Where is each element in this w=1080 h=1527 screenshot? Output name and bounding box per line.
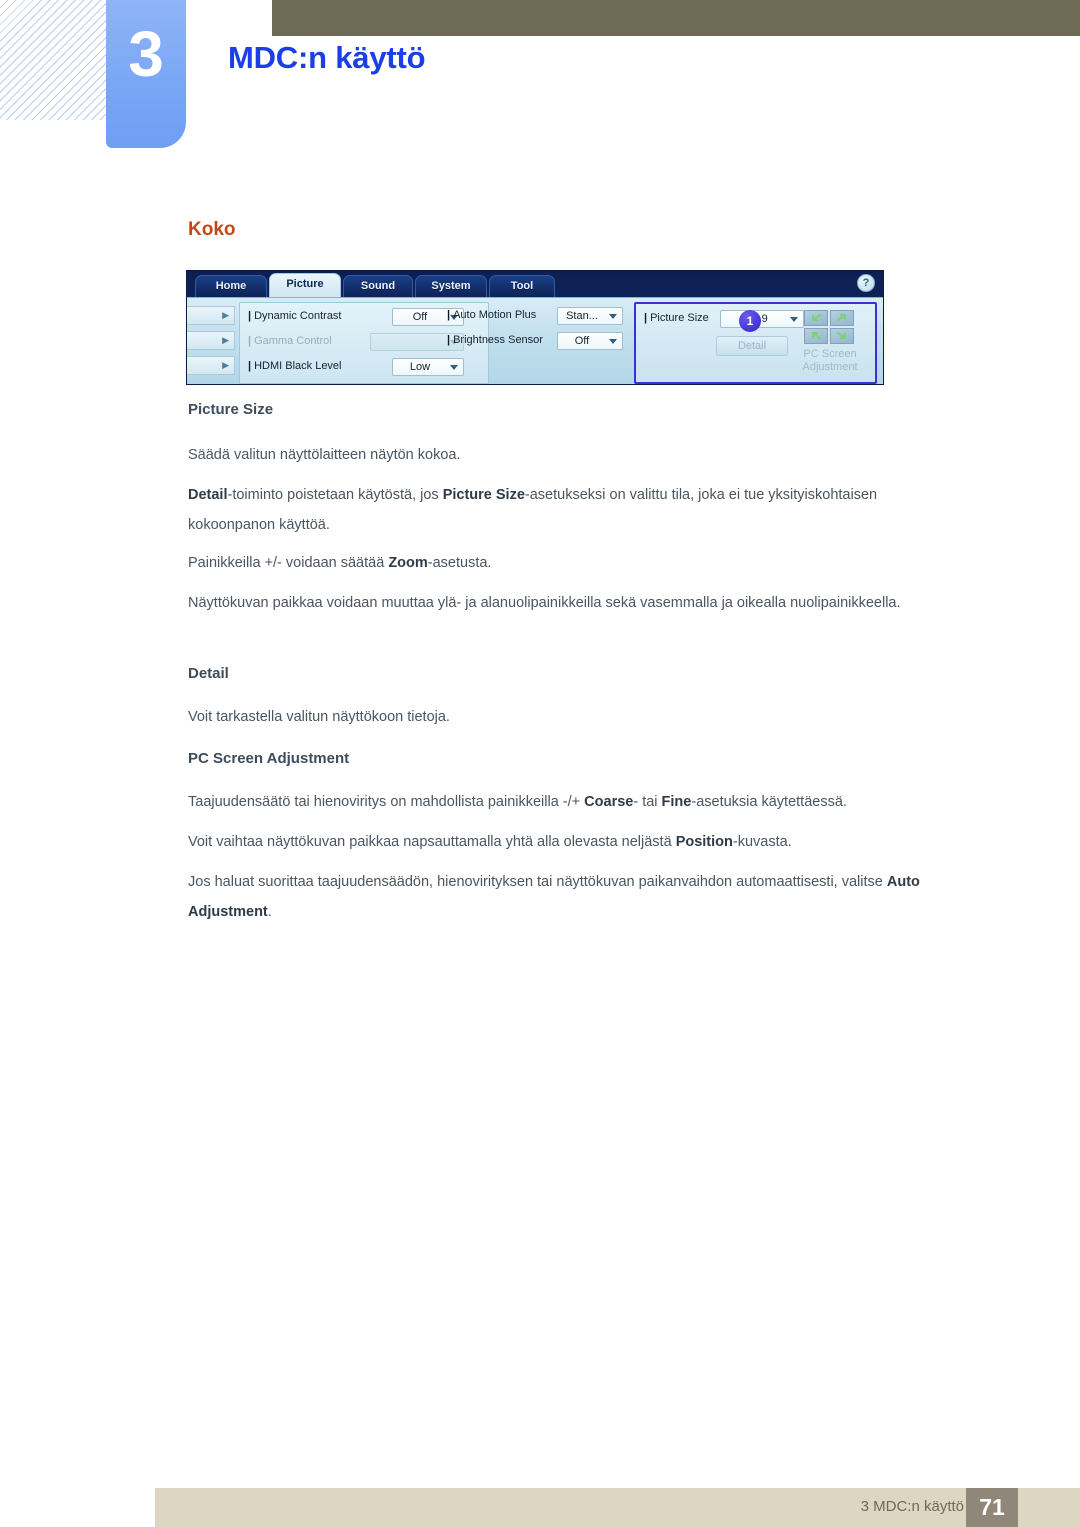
callout-badge-1: 1 bbox=[739, 310, 761, 332]
auto-motion-plus-label: | Auto Motion Plus bbox=[447, 309, 537, 321]
tab-system[interactable]: System bbox=[415, 275, 487, 297]
picture-size-dropdown[interactable]: 16 : 9 bbox=[720, 310, 804, 328]
gamma-control-label: | Gamma Control bbox=[248, 335, 332, 347]
emphasis-detail: Detail bbox=[188, 487, 228, 503]
paragraph-detail-desc: Voit tarkastella valitun näyttökoon tiet… bbox=[188, 709, 450, 725]
auto-motion-plus-value: Stan... bbox=[566, 310, 598, 322]
chevron-right-icon: ▶ bbox=[222, 335, 229, 345]
page-number-badge: 71 bbox=[966, 1488, 1018, 1527]
tab-tool[interactable]: Tool bbox=[489, 275, 555, 297]
dynamic-contrast-label: | Dynamic Contrast bbox=[248, 310, 342, 322]
paragraph-arrow-keys: Näyttökuvan paikkaa voidaan muuttaa ylä-… bbox=[188, 595, 901, 611]
position-bottom-left-icon[interactable] bbox=[804, 328, 828, 344]
mdc-app-screenshot: Home Picture Sound System Tool ? ▶ ▶ ▶ |… bbox=[186, 270, 884, 385]
bullet-icon: | bbox=[248, 310, 252, 322]
auto-motion-plus-dropdown[interactable]: Stan... bbox=[557, 307, 623, 325]
help-icon[interactable]: ? bbox=[857, 274, 875, 292]
bullet-icon: | bbox=[447, 309, 451, 321]
bullet-icon: | bbox=[644, 312, 648, 324]
detail-button[interactable]: Detail bbox=[716, 336, 788, 356]
chevron-down-icon bbox=[609, 314, 617, 319]
section-heading: Koko bbox=[188, 219, 236, 240]
paragraph-zoom-buttons: Painikkeilla +/- voidaan säätää Zoom-ase… bbox=[188, 555, 492, 571]
chevron-right-icon: ▶ bbox=[222, 360, 229, 370]
position-top-left-icon[interactable] bbox=[804, 310, 828, 326]
tab-home[interactable]: Home bbox=[195, 275, 267, 297]
footer-text: 3 MDC:n käyttö bbox=[860, 1498, 964, 1515]
brightness-sensor-value: Off bbox=[574, 335, 590, 347]
mdc-tab-bar: Home Picture Sound System Tool ? bbox=[187, 271, 883, 297]
pc-screen-adjustment-label: PC Screen Adjustment bbox=[802, 348, 858, 373]
emphasis-zoom: Zoom bbox=[388, 555, 428, 571]
mdc-left-stub-column: ▶ ▶ ▶ bbox=[187, 302, 235, 382]
bullet-icon: | bbox=[248, 360, 252, 372]
subheading-detail: Detail bbox=[188, 665, 229, 682]
paragraph-auto-adjustment: Jos haluat suorittaa taajuudensäädön, hi… bbox=[188, 874, 920, 920]
emphasis-coarse: Coarse bbox=[584, 794, 634, 810]
document-page: 3 MDC:n käyttö Koko Home Picture Sound S… bbox=[0, 0, 1080, 1527]
stub-expander-2[interactable]: ▶ bbox=[187, 331, 235, 350]
position-icon-grid bbox=[804, 310, 854, 344]
bullet-icon: | bbox=[248, 335, 252, 347]
chevron-down-icon bbox=[609, 339, 617, 344]
emphasis-picture-size: Picture Size bbox=[442, 487, 525, 503]
subheading-pc-screen-adjustment: PC Screen Adjustment bbox=[188, 750, 350, 767]
emphasis-position: Position bbox=[675, 834, 733, 850]
emphasis-fine: Fine bbox=[661, 794, 692, 810]
hdmi-black-level-label: | HDMI Black Level bbox=[248, 360, 342, 372]
paragraph-position-images: Voit vaihtaa näyttökuvan paikkaa napsaut… bbox=[188, 834, 792, 850]
tab-picture[interactable]: Picture bbox=[269, 273, 341, 297]
paragraph-detail-disabled: Detail-toiminto poistetaan käytöstä, jos… bbox=[188, 487, 878, 533]
page-title: MDC:n käyttö bbox=[228, 40, 426, 75]
position-top-right-icon[interactable] bbox=[830, 310, 854, 326]
picture-size-label: | Picture Size bbox=[644, 312, 709, 324]
mdc-middle-control-group: | Auto Motion Plus Stan... | Brightness Se… bbox=[439, 302, 629, 384]
subheading-picture-size: Picture Size bbox=[188, 401, 274, 418]
stub-expander-3[interactable]: ▶ bbox=[187, 356, 235, 375]
mdc-panel-body: ▶ ▶ ▶ | Dynamic Contrast Off | Gamma Contr… bbox=[187, 297, 883, 384]
stub-expander-1[interactable]: ▶ bbox=[187, 306, 235, 325]
brightness-sensor-label: | Brightness Sensor bbox=[447, 334, 543, 346]
brightness-sensor-dropdown[interactable]: Off bbox=[557, 332, 623, 350]
paragraph-coarse-fine: Taajuudensäätö tai hienoviritys on mahdo… bbox=[188, 794, 847, 810]
tab-sound[interactable]: Sound bbox=[343, 275, 413, 297]
paragraph-picture-size-desc: Säädä valitun näyttölaitteen näytön koko… bbox=[188, 447, 461, 463]
chevron-right-icon: ▶ bbox=[222, 310, 229, 320]
chevron-down-icon bbox=[790, 317, 798, 322]
header-bar bbox=[272, 0, 1080, 36]
bullet-icon: | bbox=[447, 334, 451, 346]
chapter-number: 3 bbox=[128, 18, 164, 90]
position-bottom-right-icon[interactable] bbox=[830, 328, 854, 344]
